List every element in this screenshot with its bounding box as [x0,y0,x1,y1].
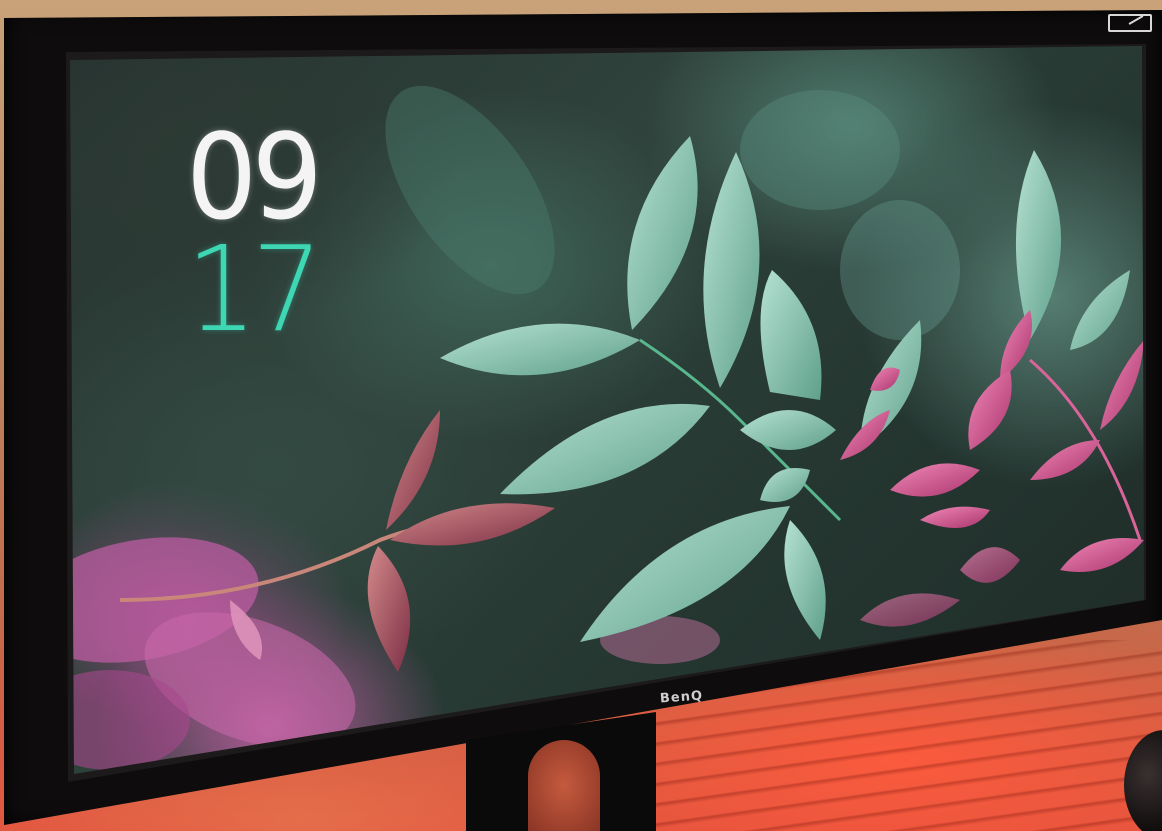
monitor-brand-logo: BenQ [659,688,704,707]
clock-minutes: 17 [186,220,323,358]
photo-scene: 09 17 BenQ [0,0,1162,831]
clock-widget: 09 17 [186,118,356,348]
monitor-osd-icon [1108,14,1152,32]
stand-cable-hole [528,740,600,831]
clock-hours: 09 [186,108,323,246]
